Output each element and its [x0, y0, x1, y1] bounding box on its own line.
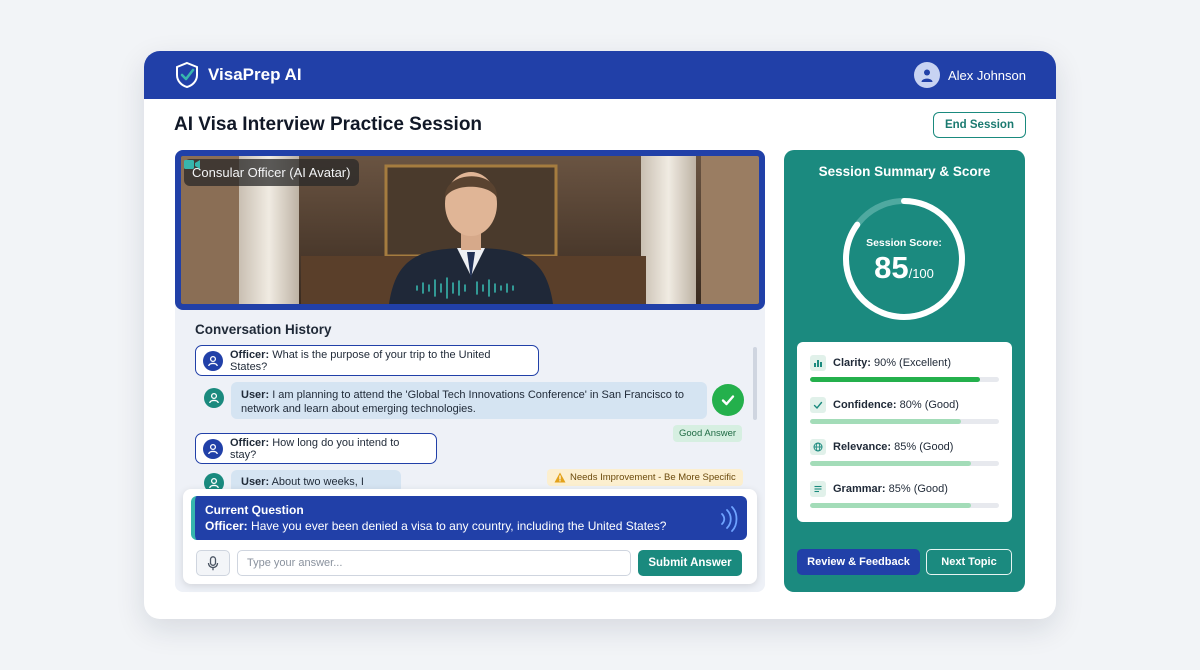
avatar [913, 62, 940, 88]
metric-text: Clarity: 90% (Excellent) [833, 357, 952, 369]
person-icon [209, 477, 219, 489]
video-label-text: Consular Officer (AI Avatar) [192, 165, 351, 180]
current-question: Current Question Officer: Have you ever … [191, 496, 747, 540]
user-menu[interactable]: Alex Johnson [913, 62, 1026, 88]
metric-bar [810, 419, 999, 424]
score-value: 85/100 [874, 250, 934, 285]
message-text: Officer: How long do you intend to stay? [230, 436, 400, 461]
top-bar: VisaPrep AI Alex Johnson [144, 51, 1056, 99]
metric-confidence: Confidence: 80% (Good) [810, 394, 999, 436]
user-name: Alex Johnson [947, 67, 1026, 83]
user-icon [921, 69, 933, 82]
metric-text: Confidence: 80% (Good) [833, 399, 959, 411]
metric-bar-fill [810, 461, 971, 466]
session-summary-panel: Session Summary & Score Session Score: 8… [784, 150, 1025, 592]
metric-bar-fill [810, 419, 962, 424]
metric-text: Relevance: 85% (Good) [833, 441, 954, 453]
user-avatar [204, 388, 224, 408]
officer-message: Officer: What is the purpose of your tri… [195, 345, 539, 376]
good-answer-check-icon [712, 384, 744, 416]
page-title: AI Visa Interview Practice Session [174, 114, 483, 135]
answer-composer: Current Question Officer: Have you ever … [183, 489, 757, 584]
review-feedback-button[interactable]: Review & Feedback [797, 549, 920, 575]
score-readout: Session Score: 85/100 [840, 195, 968, 323]
metrics-card: Clarity: 90% (Excellent) Confidence: 80%… [797, 342, 1012, 522]
video-feed[interactable]: Consular Officer (AI Avatar) [175, 150, 765, 310]
video-label: Consular Officer (AI Avatar) [184, 159, 360, 186]
person-icon [209, 392, 219, 404]
metric-relevance: Relevance: 85% (Good) [810, 436, 999, 478]
good-answer-badge: Good Answer [673, 425, 743, 442]
officer-message: Officer: How long do you intend to stay? [195, 433, 437, 464]
interview-panel: Consular Officer (AI Avatar) Conversatio… [175, 150, 765, 592]
metric-bar-fill [810, 503, 971, 508]
metric-text: Grammar: 85% (Good) [833, 483, 948, 495]
metric-bar [810, 503, 999, 508]
submit-answer-button[interactable]: Submit Answer [638, 550, 742, 576]
check-icon [810, 397, 826, 413]
current-question-title: Current Question [205, 503, 304, 517]
officer-avatar [203, 350, 223, 371]
summary-title: Session Summary & Score [818, 164, 991, 179]
sound-wave-icon [721, 506, 738, 532]
metric-grammar: Grammar: 85% (Good) [810, 478, 999, 520]
metric-clarity: Clarity: 90% (Excellent) [810, 352, 999, 394]
person-icon [208, 443, 218, 454]
video-camera-icon [184, 160, 200, 169]
needs-improvement-badge: Needs Improvement - Be More Specific [547, 469, 743, 486]
conversation-history-title: Conversation History [195, 322, 332, 337]
brand[interactable]: VisaPrep AI [174, 61, 302, 89]
microphone-button[interactable] [196, 550, 230, 576]
warning-icon [554, 472, 566, 483]
text-lines-icon [810, 481, 826, 497]
shield-logo-icon [176, 61, 198, 89]
conversation-scrollbar[interactable] [753, 347, 757, 420]
title-row: AI Visa Interview Practice Session End S… [174, 111, 1026, 139]
answer-input[interactable] [237, 550, 631, 576]
person-icon [208, 355, 218, 366]
metric-bar [810, 461, 999, 466]
microphone-icon [207, 555, 219, 570]
metric-bar-fill [810, 377, 981, 382]
brand-name: VisaPrep AI [208, 65, 302, 84]
user-message: User: I am planning to attend the 'Globa… [231, 382, 707, 419]
metric-bar [810, 377, 999, 382]
bar-chart-icon [810, 355, 826, 371]
message-text: Officer: What is the purpose of your tri… [230, 348, 491, 373]
app-window: VisaPrep AI Alex Johnson AI Visa Intervi… [144, 51, 1056, 619]
globe-icon [810, 439, 826, 455]
current-question-text: Officer: Have you ever been denied a vis… [205, 519, 667, 533]
officer-avatar [203, 438, 223, 459]
next-topic-button[interactable]: Next Topic [926, 549, 1012, 575]
end-session-button[interactable]: End Session [932, 112, 1026, 138]
score-label: Session Score: [866, 237, 942, 249]
